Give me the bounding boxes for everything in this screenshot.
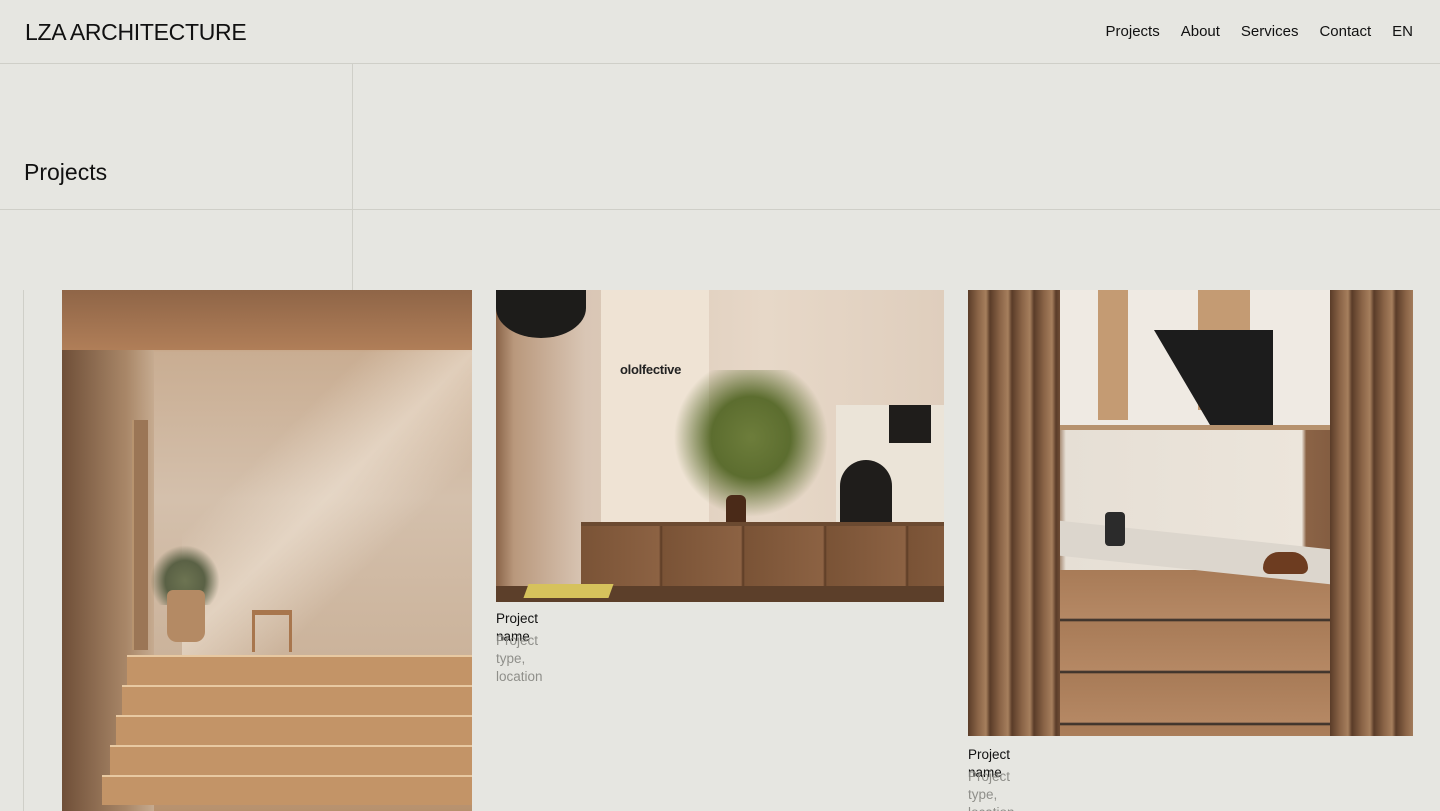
photo-detail (102, 775, 472, 805)
site-logo[interactable]: LZA ARCHITECTURE (25, 18, 247, 46)
project-image[interactable] (968, 290, 1413, 736)
project-type-location: Project type, location (496, 633, 543, 684)
photo-detail (840, 460, 892, 522)
pendant-lamp (496, 290, 586, 338)
main-nav: Projects About Services Contact EN (1106, 22, 1413, 42)
photo-detail (116, 715, 472, 745)
photo-detail (1060, 570, 1330, 736)
project-type-location: Project type, location (968, 769, 1015, 811)
photo-detail (182, 350, 472, 670)
photo-detail (581, 522, 944, 586)
photo-detail (110, 745, 472, 775)
photo-detail (62, 290, 472, 350)
nav-about[interactable]: About (1181, 22, 1220, 42)
photo-detail (889, 405, 931, 443)
photo-detail (1105, 512, 1125, 546)
grid-divider-left (23, 290, 24, 811)
language-switch[interactable]: EN (1392, 22, 1413, 42)
photo-detail (523, 584, 614, 598)
nav-services[interactable]: Services (1241, 22, 1299, 42)
photo-detail (132, 420, 148, 650)
nav-projects[interactable]: Projects (1106, 22, 1160, 42)
grid-divider-horizontal (0, 209, 1440, 210)
photo-detail (1263, 552, 1308, 574)
photo-detail (122, 685, 472, 715)
photo-detail (968, 290, 1060, 736)
nav-contact[interactable]: Contact (1319, 22, 1371, 42)
photo-detail (1330, 290, 1413, 736)
grid-divider-vertical (352, 64, 353, 290)
photo-detail (1098, 290, 1128, 420)
site-header: LZA ARCHITECTURE Projects About Services… (0, 0, 1440, 64)
project-image[interactable]: ololfective (496, 290, 944, 602)
photo-detail (671, 370, 831, 520)
photo-detail (252, 610, 292, 652)
photo-detail (167, 590, 205, 642)
photo-detail (127, 655, 472, 685)
project-image[interactable] (62, 290, 472, 811)
page-title: Projects (24, 159, 108, 185)
